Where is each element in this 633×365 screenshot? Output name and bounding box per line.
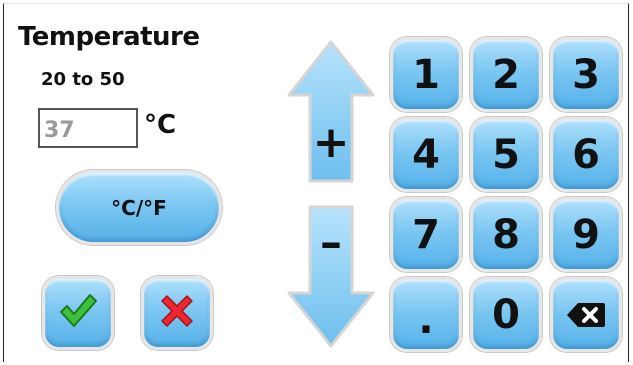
range-label: 20 to 50 [41, 69, 125, 90]
close-icon [160, 294, 194, 332]
unit-toggle-button[interactable]: °C/°F [56, 170, 222, 245]
unit-label: °C [144, 110, 177, 140]
keypad-key-7[interactable]: 7 [390, 197, 462, 272]
keypad-key-9[interactable]: 9 [550, 197, 622, 272]
checkmark-icon [58, 292, 98, 334]
keypad-key-8[interactable]: 8 [470, 197, 542, 272]
decrement-label: – [320, 217, 342, 268]
keypad-key-1[interactable]: 1 [390, 37, 462, 112]
increment-label: + [312, 117, 350, 168]
keypad-key-3[interactable]: 3 [550, 37, 622, 112]
confirm-button[interactable] [42, 276, 114, 350]
keypad-key-0[interactable]: 0 [470, 277, 542, 352]
temperature-value-input[interactable] [38, 108, 138, 148]
unit-toggle-label: °C/°F [111, 195, 167, 220]
keypad-key-decimal[interactable]: . [390, 277, 462, 352]
keypad-key-2[interactable]: 2 [470, 37, 542, 112]
keypad-key-4[interactable]: 4 [390, 117, 462, 192]
cancel-button[interactable] [141, 276, 213, 350]
keypad-key-6[interactable]: 6 [550, 117, 622, 192]
keypad-key-5[interactable]: 5 [470, 117, 542, 192]
increment-button[interactable]: + [286, 39, 376, 184]
decrement-button[interactable]: – [286, 204, 376, 349]
backspace-icon [566, 292, 606, 338]
backspace-button[interactable] [550, 277, 622, 352]
temperature-dialog: Temperature 20 to 50 °C °C/°F [3, 3, 629, 362]
page-title: Temperature [18, 22, 200, 52]
